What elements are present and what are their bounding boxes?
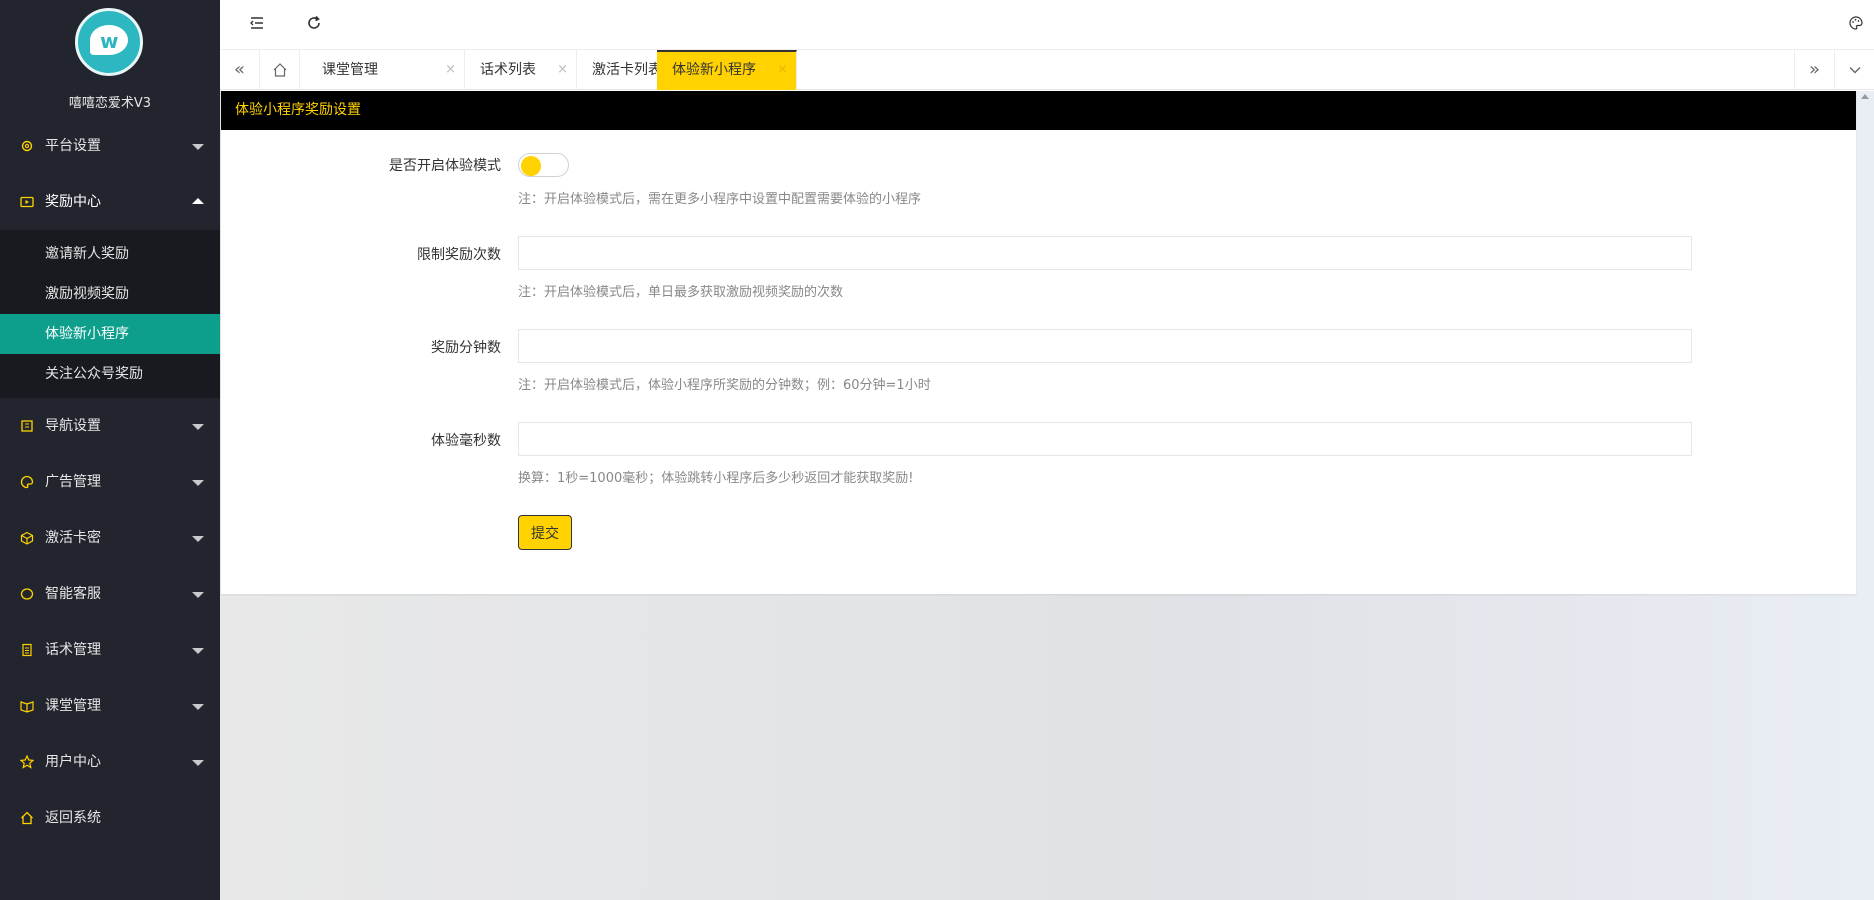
menu-label: 用户中心 bbox=[45, 754, 101, 770]
tabs-scroll-left-icon[interactable]: « bbox=[220, 50, 260, 90]
scrollbar[interactable] bbox=[1856, 91, 1874, 900]
toggle-knob bbox=[521, 156, 541, 176]
menu-item-navigation[interactable]: 导航设置 bbox=[0, 398, 220, 454]
app-logo: w bbox=[75, 8, 143, 76]
limit-tip: 注：开启体验模式后，单日最多获取激励视频奖励的次数 bbox=[518, 285, 844, 300]
home-icon bbox=[273, 63, 286, 77]
star-icon bbox=[20, 755, 34, 769]
tab-try-miniprogram[interactable]: 体验新小程序 × bbox=[657, 50, 797, 90]
reading-icon bbox=[20, 701, 34, 713]
scroll-up-icon[interactable] bbox=[1861, 94, 1869, 99]
chevron-down-icon bbox=[192, 144, 204, 150]
menu-item-classroom[interactable]: 课堂管理 bbox=[0, 678, 220, 734]
chevron-down-icon bbox=[192, 592, 204, 598]
chevron-up-icon bbox=[192, 198, 204, 204]
chevron-down-icon bbox=[192, 704, 204, 710]
menu-label: 返回系统 bbox=[45, 810, 101, 826]
minutes-input[interactable] bbox=[518, 329, 1692, 363]
tabs-dropdown-icon[interactable] bbox=[1834, 50, 1874, 90]
menu-item-smart-service[interactable]: 智能客服 bbox=[0, 566, 220, 622]
enable-toggle[interactable] bbox=[518, 153, 569, 177]
menu-label: 广告管理 bbox=[45, 474, 101, 490]
palette-icon bbox=[20, 475, 34, 489]
menu-item-activation-card[interactable]: 激活卡密 bbox=[0, 510, 220, 566]
settings-card: 体验小程序奖励设置 是否开启体验模式 注：开启体验模式后，需在更多小程序中设置中… bbox=[221, 91, 1856, 594]
menu-item-return-system[interactable]: 返回系统 bbox=[0, 790, 220, 846]
submenu-item-video-reward[interactable]: 激励视频奖励 bbox=[0, 274, 220, 314]
ms-label: 体验毫秒数 bbox=[431, 433, 501, 449]
chat-icon bbox=[20, 588, 34, 600]
chevron-down-icon bbox=[192, 480, 204, 486]
menu-item-platform-settings[interactable]: 平台设置 bbox=[0, 118, 220, 174]
tabs-scroll-right-icon[interactable]: » bbox=[1794, 50, 1834, 90]
menu-label: 导航设置 bbox=[45, 418, 101, 434]
tab-bar: « 课堂管理 × 话术列表 × 激活卡列表 × 体验新小程序 × » bbox=[220, 50, 1874, 90]
menu-label: 话术管理 bbox=[45, 642, 101, 658]
doc-icon bbox=[22, 643, 32, 657]
minutes-label: 奖励分钟数 bbox=[431, 340, 501, 356]
menu-item-script-manage[interactable]: 话术管理 bbox=[0, 622, 220, 678]
sidebar: w 嘻嘻恋爱术V3 平台设置 奖励中心 邀请新人奖励 激励视频奖励 体验新小程序… bbox=[0, 0, 220, 900]
menu-label: 激活卡密 bbox=[45, 530, 101, 546]
tab-classroom[interactable]: 课堂管理 × bbox=[307, 50, 465, 90]
menu-label: 课堂管理 bbox=[45, 698, 101, 714]
top-bar bbox=[220, 0, 1874, 50]
menu-label: 奖励中心 bbox=[45, 194, 101, 210]
tab-script-list[interactable]: 话术列表 × bbox=[465, 50, 577, 90]
book-icon bbox=[21, 420, 33, 432]
enable-tip: 注：开启体验模式后，需在更多小程序中设置中配置需要体验的小程序 bbox=[518, 192, 922, 207]
logo-area: w 嘻嘻恋爱术V3 bbox=[0, 0, 220, 118]
refresh-icon[interactable] bbox=[304, 15, 324, 35]
cube-icon bbox=[20, 531, 34, 545]
video-icon bbox=[20, 196, 34, 208]
chevron-down-icon bbox=[192, 760, 204, 766]
menu-item-user-center[interactable]: 用户中心 bbox=[0, 734, 220, 790]
enable-label: 是否开启体验模式 bbox=[389, 158, 501, 174]
card-title: 体验小程序奖励设置 bbox=[221, 91, 1856, 130]
menu-item-ads[interactable]: 广告管理 bbox=[0, 454, 220, 510]
theme-palette-icon[interactable] bbox=[1846, 15, 1866, 35]
chevron-down-icon bbox=[192, 424, 204, 430]
submenu-item-follow-official[interactable]: 关注公众号奖励 bbox=[0, 354, 220, 394]
limit-input[interactable] bbox=[518, 236, 1692, 270]
submenu-item-try-miniprogram[interactable]: 体验新小程序 bbox=[0, 314, 220, 354]
minutes-tip: 注：开启体验模式后，体验小程序所奖励的分钟数；例：60分钟=1小时 bbox=[518, 378, 931, 393]
ms-input[interactable] bbox=[518, 422, 1692, 456]
collapse-menu-icon[interactable] bbox=[247, 15, 267, 35]
submit-button[interactable]: 提交 bbox=[518, 515, 572, 550]
limit-label: 限制奖励次数 bbox=[417, 247, 501, 263]
close-icon[interactable]: × bbox=[777, 52, 788, 88]
tab-home[interactable] bbox=[260, 50, 300, 90]
app-name: 嘻嘻恋爱术V3 bbox=[68, 96, 152, 111]
chevron-down-icon bbox=[192, 536, 204, 542]
close-icon[interactable]: × bbox=[557, 50, 568, 90]
menu-label: 智能客服 bbox=[45, 586, 101, 602]
menu-label: 平台设置 bbox=[45, 138, 101, 154]
gear-icon bbox=[21, 140, 33, 152]
menu-item-reward-center[interactable]: 奖励中心 bbox=[0, 174, 220, 230]
chevron-down-icon bbox=[192, 648, 204, 654]
close-icon[interactable]: × bbox=[445, 50, 456, 90]
reward-submenu: 邀请新人奖励 激励视频奖励 体验新小程序 关注公众号奖励 bbox=[0, 230, 220, 398]
submenu-item-invite-reward[interactable]: 邀请新人奖励 bbox=[0, 234, 220, 274]
home-icon bbox=[21, 811, 33, 825]
ms-tip: 换算：1秒=1000毫秒；体验跳转小程序后多少秒返回才能获取奖励! bbox=[518, 471, 914, 486]
